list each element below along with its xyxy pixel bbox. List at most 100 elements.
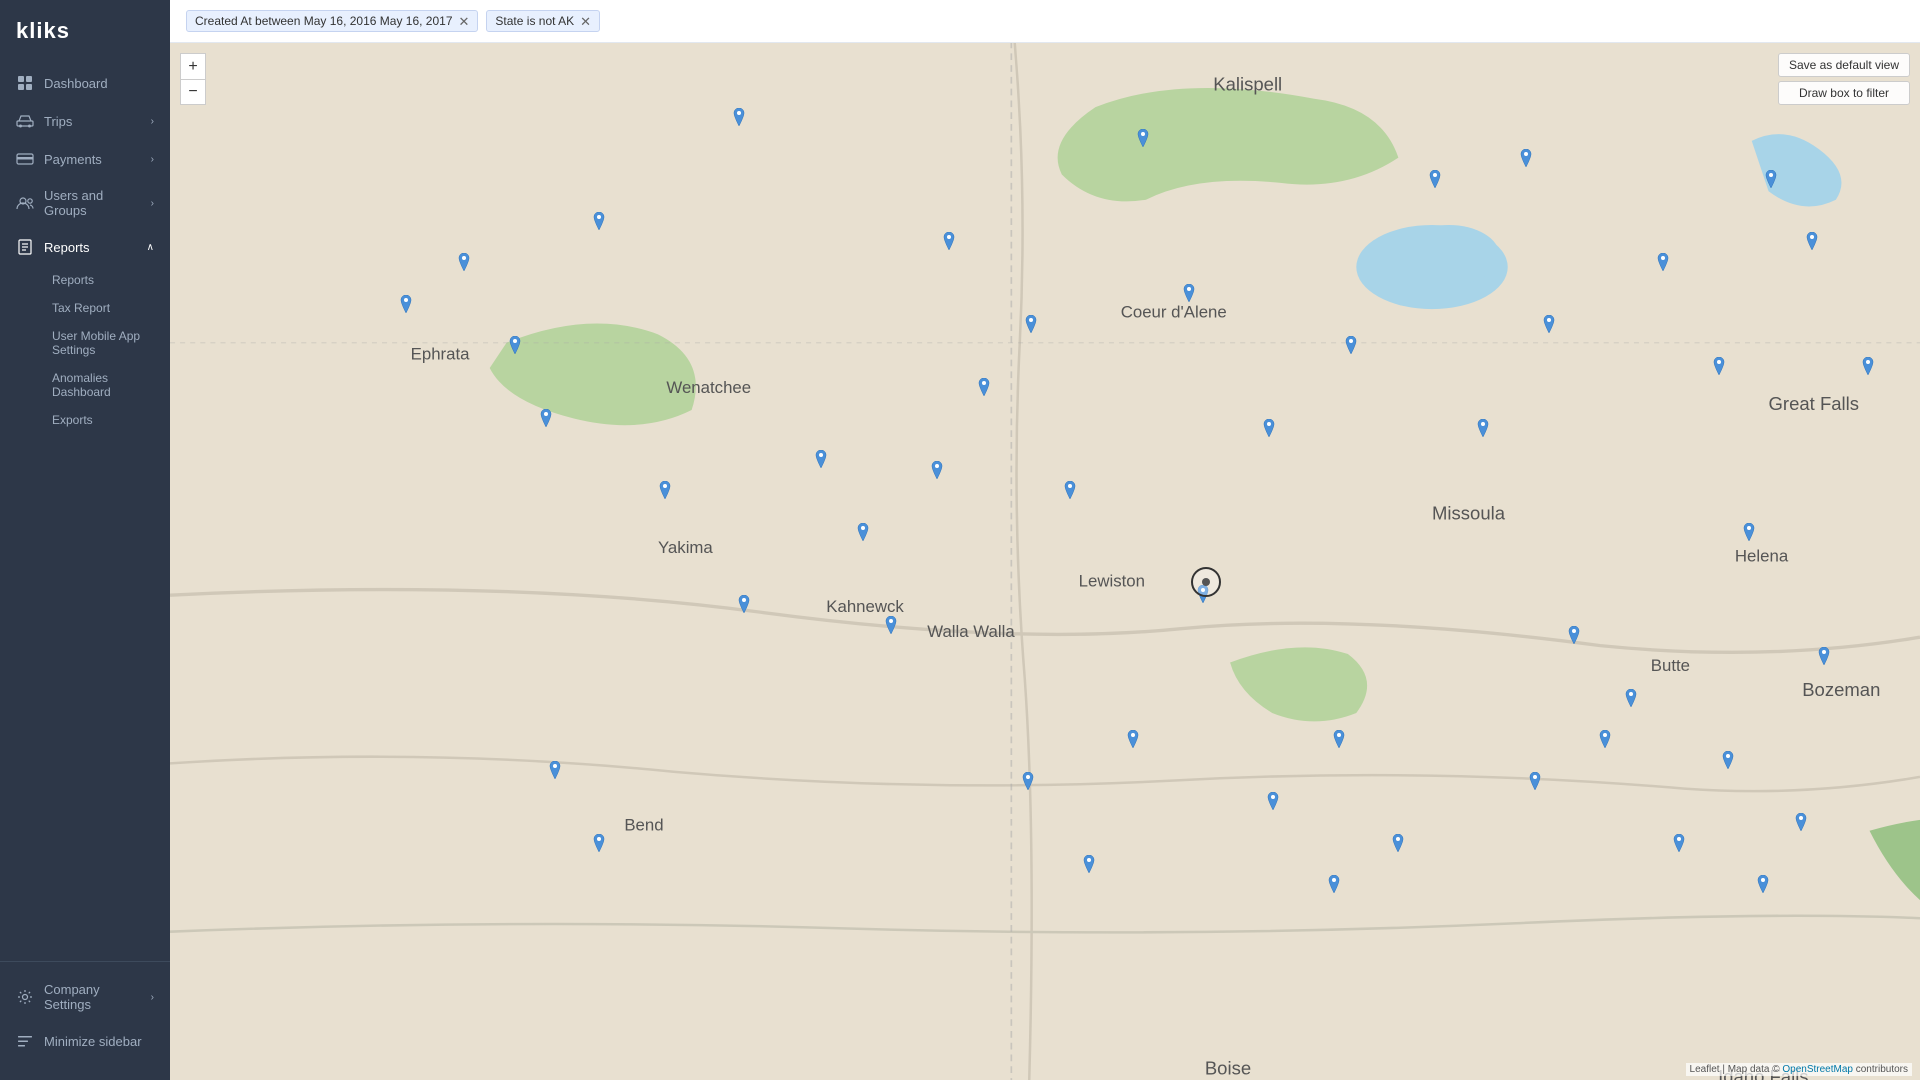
location-pin[interactable] — [1063, 481, 1077, 499]
location-pin[interactable] — [1266, 792, 1280, 810]
sidebar-item-label: Minimize sidebar — [44, 1034, 142, 1049]
location-pin[interactable] — [732, 108, 746, 126]
location-pin[interactable] — [1391, 834, 1405, 852]
location-pin[interactable] — [1598, 730, 1612, 748]
sub-nav-item-user-mobile-app[interactable]: User Mobile App Settings — [44, 322, 170, 364]
sidebar-item-reports[interactable]: Reports ∧ — [0, 228, 170, 266]
location-pin[interactable] — [856, 523, 870, 541]
svg-text:Bend: Bend — [624, 816, 663, 835]
location-pin[interactable] — [539, 409, 553, 427]
date-filter-close[interactable]: ✕ — [459, 15, 470, 28]
chevron-down-icon: › — [151, 154, 154, 165]
sidebar: kliks Dashboard — [0, 0, 170, 1080]
location-pin[interactable] — [1805, 232, 1819, 250]
location-pin[interactable] — [1476, 419, 1490, 437]
location-pin[interactable] — [884, 616, 898, 634]
draw-box-button[interactable]: Draw box to filter — [1778, 81, 1910, 105]
location-pin[interactable] — [1262, 419, 1276, 437]
zoom-in-button[interactable]: + — [180, 53, 206, 79]
zoom-out-button[interactable]: − — [180, 79, 206, 105]
sidebar-item-minimize[interactable]: Minimize sidebar — [0, 1022, 170, 1060]
location-pin[interactable] — [1817, 647, 1831, 665]
sidebar-item-company-settings[interactable]: Company Settings › — [0, 972, 170, 1022]
save-default-button[interactable]: Save as default view — [1778, 53, 1910, 77]
location-pin[interactable] — [592, 212, 606, 230]
sidebar-item-label: Reports — [44, 240, 90, 255]
location-pin[interactable] — [457, 253, 471, 271]
map-controls: + − — [180, 53, 206, 105]
location-pin[interactable] — [1672, 834, 1686, 852]
location-pin[interactable] — [548, 761, 562, 779]
location-pin[interactable] — [1712, 357, 1726, 375]
sidebar-item-users-groups[interactable]: Users and Groups › — [0, 178, 170, 228]
location-pin[interactable] — [1021, 772, 1035, 790]
location-pin[interactable] — [399, 295, 413, 313]
location-pin[interactable] — [1136, 129, 1150, 147]
location-pin[interactable] — [1861, 357, 1875, 375]
location-pin[interactable] — [1656, 253, 1670, 271]
location-pin[interactable] — [1742, 523, 1756, 541]
map-container[interactable]: Kalispell Coeur d'Alene Ephrata Wenatche… — [170, 43, 1920, 1080]
location-pin[interactable] — [1327, 875, 1341, 893]
state-filter-tag: State is not AK ✕ — [486, 10, 600, 32]
chevron-down-icon: › — [151, 198, 154, 209]
sub-nav-item-reports[interactable]: Reports — [44, 266, 170, 294]
chevron-down-icon: › — [151, 992, 154, 1003]
svg-text:Walla Walla: Walla Walla — [927, 622, 1015, 641]
location-pin[interactable] — [1332, 730, 1346, 748]
sidebar-item-label: Company Settings — [44, 982, 141, 1012]
location-pin[interactable] — [1126, 730, 1140, 748]
location-pin[interactable] — [737, 595, 751, 613]
location-pin[interactable] — [658, 481, 672, 499]
sidebar-item-label: Trips — [44, 114, 72, 129]
location-pin[interactable] — [1624, 689, 1638, 707]
sidebar-item-trips[interactable]: Trips › — [0, 102, 170, 140]
sidebar-item-payments[interactable]: Payments › — [0, 140, 170, 178]
sub-nav-item-anomalies[interactable]: Anomalies Dashboard — [44, 364, 170, 406]
location-pin[interactable] — [930, 461, 944, 479]
sidebar-bottom: Company Settings › Minimize sidebar — [0, 961, 170, 1070]
svg-text:Wenatchee: Wenatchee — [666, 378, 751, 397]
location-pin[interactable] — [1182, 284, 1196, 302]
location-pin[interactable] — [1794, 813, 1808, 831]
location-pin[interactable] — [1344, 336, 1358, 354]
svg-text:Kalispell: Kalispell — [1213, 73, 1282, 94]
location-pin[interactable] — [1542, 315, 1556, 333]
location-pin[interactable] — [1721, 751, 1735, 769]
location-pin[interactable] — [814, 450, 828, 468]
grid-icon — [16, 74, 34, 92]
svg-text:Great Falls: Great Falls — [1769, 393, 1859, 414]
date-filter-label: Created At between May 16, 2016 May 16, … — [195, 14, 453, 28]
sidebar-item-label: Payments — [44, 152, 102, 167]
state-filter-label: State is not AK — [495, 14, 574, 28]
location-pin[interactable] — [1082, 855, 1096, 873]
location-pin[interactable] — [1428, 170, 1442, 188]
sub-nav-item-exports[interactable]: Exports — [44, 406, 170, 434]
location-pin[interactable] — [1024, 315, 1038, 333]
svg-text:Ephrata: Ephrata — [411, 345, 471, 364]
location-pin[interactable] — [592, 834, 606, 852]
app-logo: kliks — [16, 18, 70, 44]
svg-text:Coeur d'Alene: Coeur d'Alene — [1121, 303, 1227, 322]
location-pin[interactable] — [508, 336, 522, 354]
main-nav: Dashboard Trips › Pa — [0, 64, 170, 961]
location-pin[interactable] — [1519, 149, 1533, 167]
svg-text:Missoula: Missoula — [1432, 502, 1506, 523]
map-attribution: Leaflet | Map data © OpenStreetMap contr… — [1686, 1063, 1912, 1076]
credit-card-icon — [16, 150, 34, 168]
location-pin[interactable] — [1528, 772, 1542, 790]
location-pin[interactable] — [942, 232, 956, 250]
svg-text:Lewiston: Lewiston — [1079, 572, 1145, 591]
map-actions: Save as default view Draw box to filter — [1778, 53, 1910, 105]
filter-bar: Created At between May 16, 2016 May 16, … — [170, 0, 1920, 43]
location-pin[interactable] — [977, 378, 991, 396]
svg-text:Helena: Helena — [1735, 547, 1789, 566]
chevron-up-icon: ∧ — [147, 242, 154, 253]
sidebar-item-dashboard[interactable]: Dashboard — [0, 64, 170, 102]
location-pin[interactable] — [1567, 626, 1581, 644]
location-pin[interactable] — [1764, 170, 1778, 188]
users-icon — [16, 194, 34, 212]
state-filter-close[interactable]: ✕ — [580, 15, 591, 28]
sub-nav-item-tax-report[interactable]: Tax Report — [44, 294, 170, 322]
location-pin[interactable] — [1756, 875, 1770, 893]
